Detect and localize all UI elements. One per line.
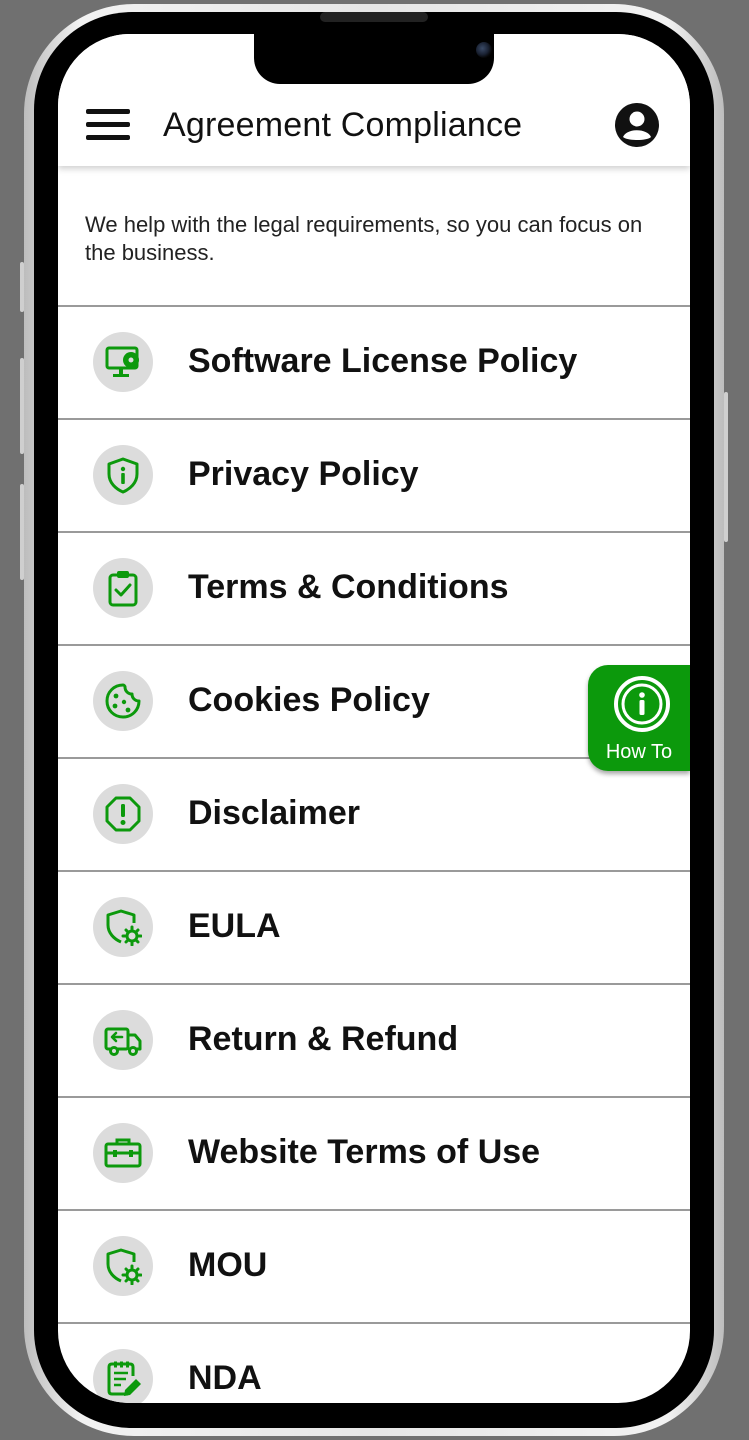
how-to-button[interactable]: How To — [588, 665, 690, 771]
truck-return-icon — [104, 1027, 142, 1056]
app-screen: Agreement Compliance We help with the le… — [58, 34, 690, 1403]
item-label: Terms & Conditions — [188, 568, 509, 606]
how-to-label: How To — [605, 741, 673, 763]
phone-volume-down — [20, 484, 24, 580]
icon-container — [93, 1236, 153, 1296]
list-item-disclaimer[interactable]: Disclaimer — [58, 759, 690, 872]
icon-container — [93, 332, 153, 392]
icon-container — [93, 671, 153, 731]
octagon-alert-icon — [105, 796, 141, 832]
item-label: EULA — [188, 907, 281, 945]
shield-info-icon — [107, 457, 139, 494]
phone-silent-switch — [20, 262, 24, 312]
item-label: NDA — [188, 1359, 262, 1397]
item-label: Privacy Policy — [188, 455, 419, 493]
list-item-return-refund[interactable]: Return & Refund — [58, 985, 690, 1098]
document-edit-icon — [107, 1361, 141, 1396]
tagline: We help with the legal requirements, so … — [85, 212, 643, 265]
item-label: Return & Refund — [188, 1020, 459, 1058]
icon-container — [93, 445, 153, 505]
icon-container — [93, 558, 153, 618]
list-item-privacy-policy[interactable]: Privacy Policy — [58, 420, 690, 533]
info-icon — [614, 676, 670, 732]
item-label: Cookies Policy — [188, 681, 430, 719]
list-item-software-license-policy[interactable]: Software License Policy — [58, 307, 690, 420]
shield-gear-icon — [106, 1248, 142, 1285]
phone-volume-up — [20, 358, 24, 454]
account-circle-icon[interactable] — [614, 102, 660, 148]
icon-container — [93, 784, 153, 844]
item-label: Software License Policy — [188, 342, 578, 380]
list-item-terms-conditions[interactable]: Terms & Conditions — [58, 533, 690, 646]
front-camera — [476, 42, 492, 58]
item-label: MOU — [188, 1246, 268, 1284]
list-item-eula[interactable]: EULA — [58, 872, 690, 985]
icon-container — [93, 1010, 153, 1070]
policy-list: Software License Policy Privacy Policy T… — [58, 307, 690, 1403]
cookie-icon — [105, 683, 141, 719]
shield-gear-icon — [106, 909, 142, 946]
hamburger-menu-icon[interactable] — [86, 109, 132, 143]
notch — [254, 34, 494, 84]
item-label: Disclaimer — [188, 794, 360, 832]
toolbox-icon — [104, 1138, 142, 1168]
list-item-website-terms-of-use[interactable]: Website Terms of Use — [58, 1098, 690, 1211]
icon-container — [93, 1123, 153, 1183]
app-title: Agreement Compliance — [163, 106, 523, 144]
icon-container — [93, 897, 153, 957]
phone-speaker — [320, 12, 428, 22]
clipboard-check-icon — [108, 571, 138, 607]
list-item-nda[interactable]: NDA — [58, 1324, 690, 1403]
icon-container — [93, 1349, 153, 1403]
list-item-mou[interactable]: MOU — [58, 1211, 690, 1324]
phone-power-button — [724, 392, 728, 542]
monitor-disc-icon — [105, 346, 139, 377]
item-label: Website Terms of Use — [188, 1133, 541, 1171]
